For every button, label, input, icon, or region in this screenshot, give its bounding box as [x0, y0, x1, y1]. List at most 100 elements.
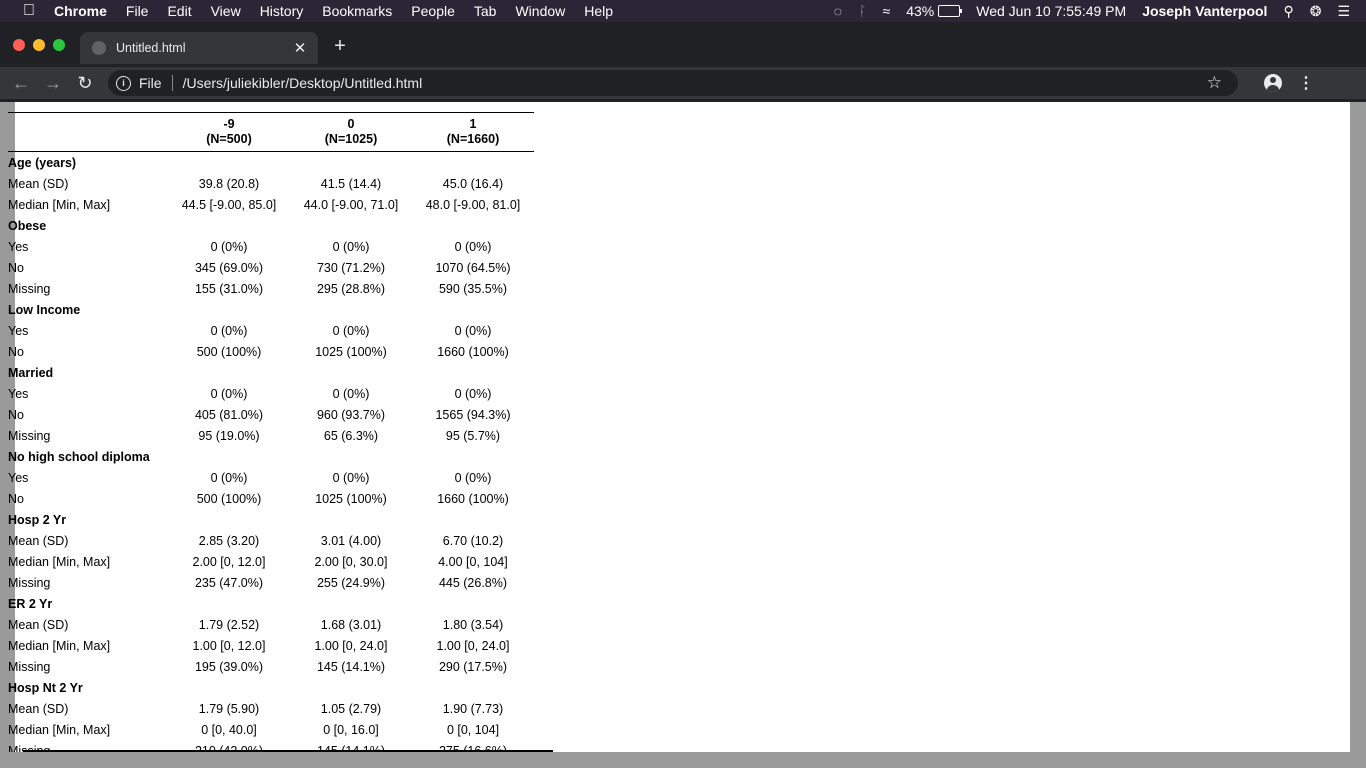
page-viewport[interactable]: -9 (N=500) 0 (N=1025) 1 (N=1660) Age (years… [0, 102, 1366, 752]
table-cell: 195 (39.0%) [194, 659, 264, 674]
table-cell: 1.00 [0, 24.0] [314, 638, 388, 653]
reload-button[interactable]: ↻ [74, 73, 96, 94]
address-bar[interactable]: i File /Users/juliekibler/Desktop/Untitl… [108, 70, 1238, 96]
tab-untitled[interactable]: Untitled.html ✕ [80, 32, 318, 64]
forward-button[interactable]: → [42, 73, 64, 94]
apple-icon[interactable]:  [20, 2, 38, 20]
statistic-label: Median [Min, Max] [8, 638, 111, 653]
menu-bookmarks[interactable]: Bookmarks [322, 3, 392, 19]
variable-name: Hosp Nt 2 Yr [8, 680, 83, 695]
table-cell: 155 (31.0%) [194, 281, 264, 296]
bookmark-star-icon[interactable]: ☆ [1207, 73, 1222, 93]
column-label: 0 [347, 117, 355, 131]
site-info-icon[interactable]: i [116, 75, 131, 91]
statistic-label: No [8, 407, 24, 422]
table-cell: 0 [0, 40.0] [201, 722, 257, 737]
wifi-icon[interactable]: ≈ [883, 3, 891, 19]
new-tab-button[interactable]: + [330, 36, 350, 56]
window-minimize-button[interactable] [33, 39, 45, 51]
variable-name: Age (years) [8, 155, 77, 170]
table-section-row: Obese [8, 215, 534, 236]
statistic-label: Missing [8, 575, 51, 590]
table-cell: 235 (47.0%) [194, 575, 264, 590]
table-cell: 590 (35.5%) [438, 281, 508, 296]
menu-view[interactable]: View [211, 3, 241, 19]
column-n: (N=1025) [324, 132, 378, 146]
table-cell: 0 [0, 104] [446, 722, 500, 737]
table-cell: 1025 (100%) [315, 344, 387, 359]
table-cell: 0 (0%) [332, 386, 370, 401]
table-cell: 1.00 [0, 24.0] [436, 638, 510, 653]
variable-name: ER 2 Yr [8, 596, 53, 611]
status-area: ◌ ᛛ ≈ 43% Wed Jun 10 7:55:49 PM Joseph V… [834, 0, 1366, 22]
url-separator [171, 75, 173, 91]
table-cell: 1070 (64.5%) [435, 260, 511, 275]
table-cell: 2.00 [0, 12.0] [192, 554, 266, 569]
table-cell: 405 (81.0%) [194, 407, 264, 422]
summary-table: -9 (N=500) 0 (N=1025) 1 (N=1660) Age (years… [8, 112, 534, 752]
table-cell: 2.85 (3.20) [198, 533, 260, 548]
window-close-button[interactable] [13, 39, 25, 51]
clock[interactable]: Wed Jun 10 7:55:49 PM [976, 3, 1126, 19]
menu-edit[interactable]: Edit [167, 3, 191, 19]
variable-name: Hosp 2 Yr [8, 512, 67, 527]
chrome-menu-icon[interactable]: ⋮ [1298, 73, 1314, 93]
statistic-label: No [8, 344, 24, 359]
toolbar: ← → ↻ i File /Users/juliekibler/Desktop/… [0, 67, 1366, 99]
table-cell: 0 (0%) [210, 470, 248, 485]
menu-file[interactable]: File [126, 3, 149, 19]
url-path[interactable]: /Users/juliekibler/Desktop/Untitled.html [183, 75, 423, 91]
table-row: Yes 0 (0%) 0 (0%) 0 (0%) [8, 320, 534, 341]
menu-history[interactable]: History [260, 3, 304, 19]
menu-window[interactable]: Window [515, 3, 565, 19]
table-section-row: Married [8, 362, 534, 383]
menu-app-chrome[interactable]: Chrome [54, 3, 107, 19]
table-section-row: ER 2 Yr [8, 593, 534, 614]
globe-icon [92, 41, 106, 55]
menu-people[interactable]: People [411, 3, 455, 19]
table-row: Median [Min, Max] 44.5 [-9.00, 85.0] 44.0 … [8, 194, 534, 215]
statistic-label: Yes [8, 323, 29, 338]
statistic-label: Mean (SD) [8, 176, 69, 191]
table-body: Age (years) Mean (SD) 39.8 (20.8) 41.5 (14.… [8, 152, 534, 753]
table-section-row: Hosp Nt 2 Yr [8, 677, 534, 698]
variable-name: Married [8, 365, 54, 380]
profile-avatar-icon[interactable] [1264, 74, 1282, 92]
statistic-label: Missing [8, 428, 51, 443]
menu-help[interactable]: Help [584, 3, 613, 19]
bluetooth-icon[interactable]: ᛛ [858, 3, 866, 19]
menu-tab[interactable]: Tab [474, 3, 497, 19]
table-cell: 0 (0%) [332, 239, 370, 254]
close-tab-icon[interactable]: ✕ [292, 39, 308, 57]
sync-icon[interactable]: ◌ [834, 3, 842, 19]
spotlight-search-icon[interactable]: ⚲ [1283, 3, 1293, 20]
battery-indicator[interactable]: 43% [906, 3, 963, 19]
notification-center-icon[interactable]: ☰ [1337, 3, 1350, 20]
table-row: Median [Min, Max] 0 [0, 40.0] 0 [0, 16.0] 0… [8, 719, 534, 740]
back-button[interactable]: ← [10, 73, 32, 94]
table-row: Yes 0 (0%) 0 (0%) 0 (0%) [8, 236, 534, 257]
table-cell: 0 (0%) [210, 386, 248, 401]
table-cell: 45.0 (16.4) [442, 176, 504, 191]
table-cell: 1.79 (5.90) [198, 701, 260, 716]
table-section-row: Low Income [8, 299, 534, 320]
user-name[interactable]: Joseph Vanterpool [1142, 3, 1267, 19]
url-scheme: File [139, 75, 162, 91]
table-row: Mean (SD) 1.79 (2.52) 1.68 (3.01) 1.80 (3.5… [8, 614, 534, 635]
table-section-row: No high school diploma [8, 446, 534, 467]
statistic-label: Median [Min, Max] [8, 554, 111, 569]
siri-icon[interactable]: ❂ [1310, 3, 1322, 20]
header-empty [8, 112, 168, 152]
title-bar: Untitled.html ✕ + [0, 22, 1366, 70]
table-row: No 405 (81.0%) 960 (93.7%) 1565 (94.3%) [8, 404, 534, 425]
window-maximize-button[interactable] [53, 39, 65, 51]
table-row: Median [Min, Max] 1.00 [0, 12.0] 1.00 [0, … [8, 635, 534, 656]
table-cell: 3.01 (4.00) [320, 533, 382, 548]
table-cell: 255 (24.9%) [316, 575, 386, 590]
table-cell: 500 (100%) [196, 491, 262, 506]
variable-name: No high school diploma [8, 449, 150, 464]
table-cell: 39.8 (20.8) [198, 176, 260, 191]
statistic-label: Mean (SD) [8, 533, 69, 548]
column-header-0: 0 (N=1025) [290, 112, 412, 152]
statistic-label: Mean (SD) [8, 617, 69, 632]
